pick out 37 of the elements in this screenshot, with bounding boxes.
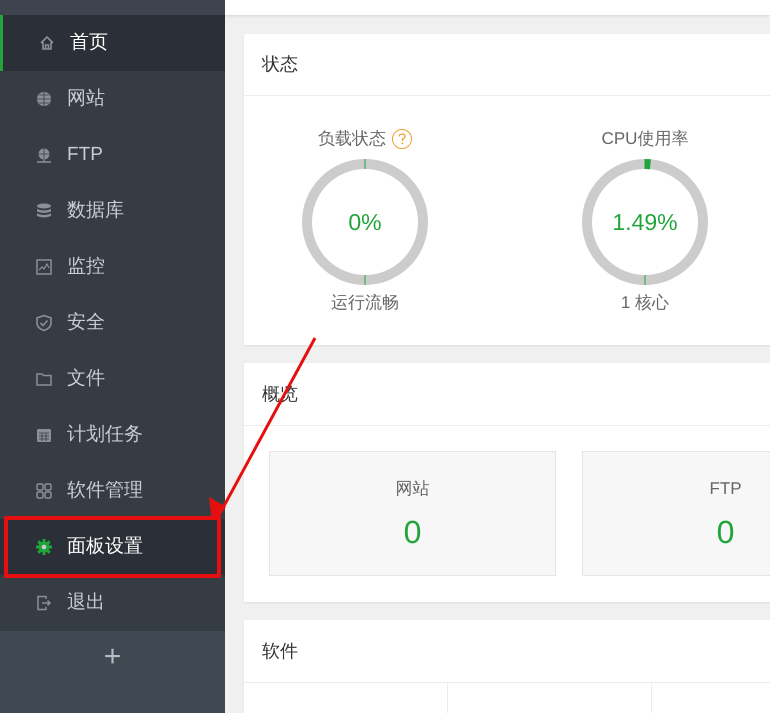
shield-icon [35, 314, 53, 332]
globe-icon [35, 90, 53, 108]
sidebar-item[interactable]: 软件管理 [0, 463, 225, 519]
database-icon [35, 202, 53, 220]
card-title: 状态 [262, 53, 298, 76]
sidebar-item[interactable]: FTP [0, 127, 225, 183]
globe-icon [35, 146, 53, 164]
gauge-caption: 运行流畅 [331, 292, 399, 314]
overview-tile[interactable]: 网站 0 [269, 451, 556, 576]
grid-icon [35, 482, 53, 500]
logout-icon [35, 594, 53, 612]
help-icon[interactable] [392, 129, 412, 149]
home-icon [38, 34, 56, 52]
card-title: 软件 [262, 640, 298, 662]
gauge-value: 0% [348, 208, 382, 236]
tile-label: 网站 [396, 478, 430, 500]
sidebar-item[interactable]: 文件 [0, 351, 225, 407]
gauge-label: 负载状态 [318, 128, 386, 150]
gauge-caption: 1 核心 [620, 292, 670, 314]
sidebar-item[interactable]: 数据库 [0, 183, 225, 239]
tile-label: FTP [709, 478, 742, 500]
gear-icon [35, 538, 53, 556]
sidebar-item[interactable]: 监控 [0, 239, 225, 295]
tile-value: 0 [716, 512, 734, 552]
monitor-icon [35, 258, 53, 276]
overview-tile[interactable]: FTP 0 [582, 451, 770, 576]
sidebar-item[interactable]: 退出 [0, 575, 225, 631]
sidebar-item[interactable]: 计划任务 [0, 407, 225, 463]
sidebar-item[interactable]: 面板设置 [0, 519, 225, 575]
sidebar-item[interactable]: 首页 [0, 15, 225, 71]
sidebar-item[interactable]: 网站 [0, 71, 225, 127]
gauge-value: 1.49% [612, 208, 678, 236]
add-button[interactable]: + [96, 639, 130, 675]
sidebar-item[interactable]: 安全 [0, 295, 225, 351]
gauge-label: CPU使用率 [602, 128, 688, 150]
calendar-icon [35, 426, 53, 444]
tile-value: 0 [404, 512, 422, 552]
